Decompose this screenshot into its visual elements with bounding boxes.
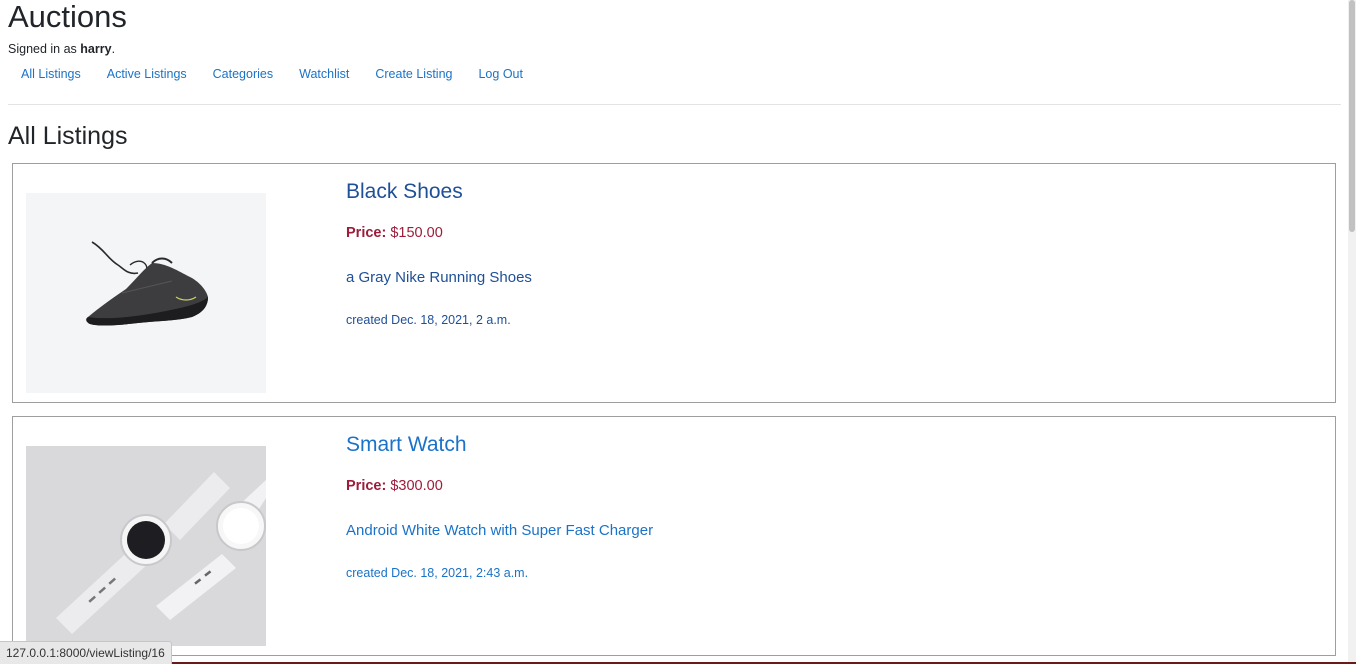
price-label: Price: (346, 478, 387, 494)
listing-title[interactable]: Smart Watch (346, 431, 653, 459)
page: Auctions Signed in as harry. All Listing… (0, 0, 1356, 664)
page-heading: All Listings (8, 122, 128, 150)
nav-all-listings[interactable]: All Listings (8, 66, 94, 84)
site-title: Auctions (8, 0, 127, 34)
listing-image-smart-watch[interactable] (26, 446, 266, 646)
listing-card[interactable]: Black Shoes Price: $150.00 a Gray Nike R… (12, 163, 1336, 403)
header-divider (8, 104, 1341, 105)
listing-description[interactable]: a Gray Nike Running Shoes (346, 268, 532, 287)
signed-in-username: harry (80, 42, 112, 56)
nav-watchlist[interactable]: Watchlist (286, 66, 362, 84)
listing-price: Price: $300.00 (346, 477, 653, 495)
listing-created-date[interactable]: created Dec. 18, 2021, 2 a.m. (346, 312, 532, 328)
listing-description[interactable]: Android White Watch with Super Fast Char… (346, 521, 653, 540)
listing-body: Smart Watch Price: $300.00 Android White… (346, 431, 653, 581)
main-content: Auctions Signed in as harry. All Listing… (8, 0, 1341, 656)
listing-body: Black Shoes Price: $150.00 a Gray Nike R… (346, 178, 532, 328)
signed-in-prefix: Signed in as (8, 42, 81, 56)
listing-image-black-shoes[interactable] (26, 193, 266, 393)
nav-active-listings[interactable]: Active Listings (94, 66, 200, 84)
main-nav: All Listings Active Listings Categories … (8, 66, 1341, 84)
nav-log-out[interactable]: Log Out (465, 66, 535, 84)
scrollbar-thumb[interactable] (1349, 0, 1355, 232)
listing-price: Price: $150.00 (346, 224, 532, 242)
white-smart-watches-icon (26, 446, 266, 646)
price-label: Price: (346, 225, 387, 241)
listing-card[interactable]: Smart Watch Price: $300.00 Android White… (12, 416, 1336, 656)
signed-in-suffix: . (111, 42, 116, 56)
black-running-shoe-icon (26, 193, 266, 393)
price-value: $150.00 (390, 225, 443, 241)
signed-in-status: Signed in as harry. (8, 41, 1341, 57)
nav-categories[interactable]: Categories (200, 66, 286, 84)
nav-create-listing[interactable]: Create Listing (362, 66, 465, 84)
vertical-scrollbar[interactable] (1348, 0, 1356, 664)
link-status-bar: 127.0.0.1:8000/viewListing/16 (0, 641, 172, 664)
listing-title[interactable]: Black Shoes (346, 178, 532, 206)
price-value: $300.00 (390, 478, 443, 494)
listing-created-date[interactable]: created Dec. 18, 2021, 2:43 a.m. (346, 565, 653, 581)
